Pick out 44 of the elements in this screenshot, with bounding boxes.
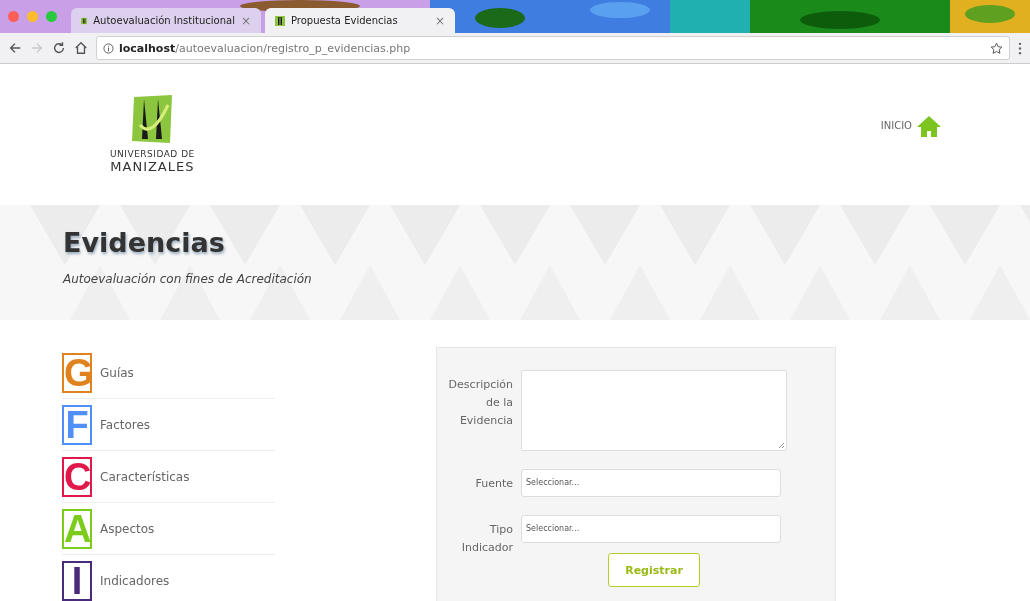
favicon-icon — [81, 15, 88, 26]
tab-close-button[interactable]: × — [240, 13, 251, 28]
page-subtitle: Autoevaluación con fines de Acreditación — [63, 272, 312, 286]
tab-close-button[interactable]: × — [434, 13, 445, 28]
house-icon — [916, 114, 942, 137]
browser-tab[interactable]: Propuesta Evidencias × — [265, 8, 455, 33]
reload-icon[interactable] — [52, 41, 66, 55]
sidebar-label: Aspectos — [100, 521, 155, 536]
sidebar-label: Características — [100, 469, 190, 484]
home-icon[interactable] — [74, 41, 88, 55]
letter-icon: C — [62, 456, 92, 497]
letter-icon: G — [62, 352, 92, 393]
logo-text: MANIZALES — [110, 160, 195, 174]
url-text: localhost/autoevaluacion/registro_p_evidencias.php — [119, 41, 412, 55]
home-link[interactable]: INICIO — [880, 114, 942, 137]
sidebar-label: Factores — [100, 417, 151, 432]
menu-icon[interactable] — [1018, 41, 1022, 55]
page-title: Evidencias — [63, 227, 225, 258]
favicon-icon — [275, 15, 285, 26]
info-icon — [103, 42, 114, 54]
letter-icon: A — [62, 508, 92, 549]
field-label: Descripción de la Evidencia — [447, 377, 513, 429]
bookmark-star-icon[interactable] — [990, 41, 1003, 55]
logo-icon — [130, 95, 175, 143]
tab-title: Propuesta Evidencias — [291, 15, 399, 26]
address-bar[interactable]: localhost/autoevaluacion/registro_p_evidencias.php — [96, 36, 1010, 60]
sidebar-item[interactable]: F Factores — [62, 399, 275, 451]
tab-title: Autoevaluación Institucional — [93, 15, 235, 26]
back-icon[interactable] — [8, 41, 22, 55]
field-label: Tipo Indicador — [460, 522, 513, 556]
select-field[interactable]: Seleccionar... — [521, 469, 781, 497]
resize-grip-icon — [778, 442, 784, 448]
letter-icon: F — [62, 404, 92, 445]
field-label: Fuente — [474, 476, 513, 492]
letter-icon: I — [62, 560, 92, 601]
sidebar-item[interactable]: C Características — [62, 451, 275, 503]
sidebar-item[interactable]: I Indicadores — [62, 555, 275, 601]
sidebar-label: Guías — [100, 365, 134, 380]
description-field[interactable] — [521, 370, 787, 451]
browser-tab[interactable]: Autoevaluación Institucional × — [71, 8, 261, 33]
sidebar-label: Indicadores — [100, 573, 170, 588]
select-field[interactable]: Seleccionar... — [521, 515, 781, 543]
sidebar-item[interactable]: A Aspectos — [62, 503, 275, 555]
logo-text: UNIVERSIDAD DE — [110, 149, 195, 160]
